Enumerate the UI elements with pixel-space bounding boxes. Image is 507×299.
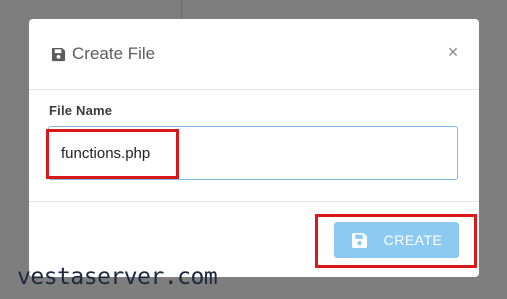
dialog-header: Create File × [29,19,479,90]
create-file-dialog: Create File × File Name CREATE [29,19,479,277]
backdrop-divider [181,0,182,18]
floppy-disk-icon [351,232,367,248]
dialog-title-text: Create File [72,44,156,63]
create-button-label: CREATE [383,232,443,248]
file-name-label: File Name [49,103,113,118]
create-button[interactable]: CREATE [334,222,459,258]
close-icon: × [447,42,459,62]
floppy-disk-icon [51,47,66,61]
close-button[interactable]: × [445,42,461,62]
file-name-input[interactable] [48,126,458,180]
watermark-text: vestaserver.com [17,264,218,290]
dialog-title: Create File [51,43,155,65]
